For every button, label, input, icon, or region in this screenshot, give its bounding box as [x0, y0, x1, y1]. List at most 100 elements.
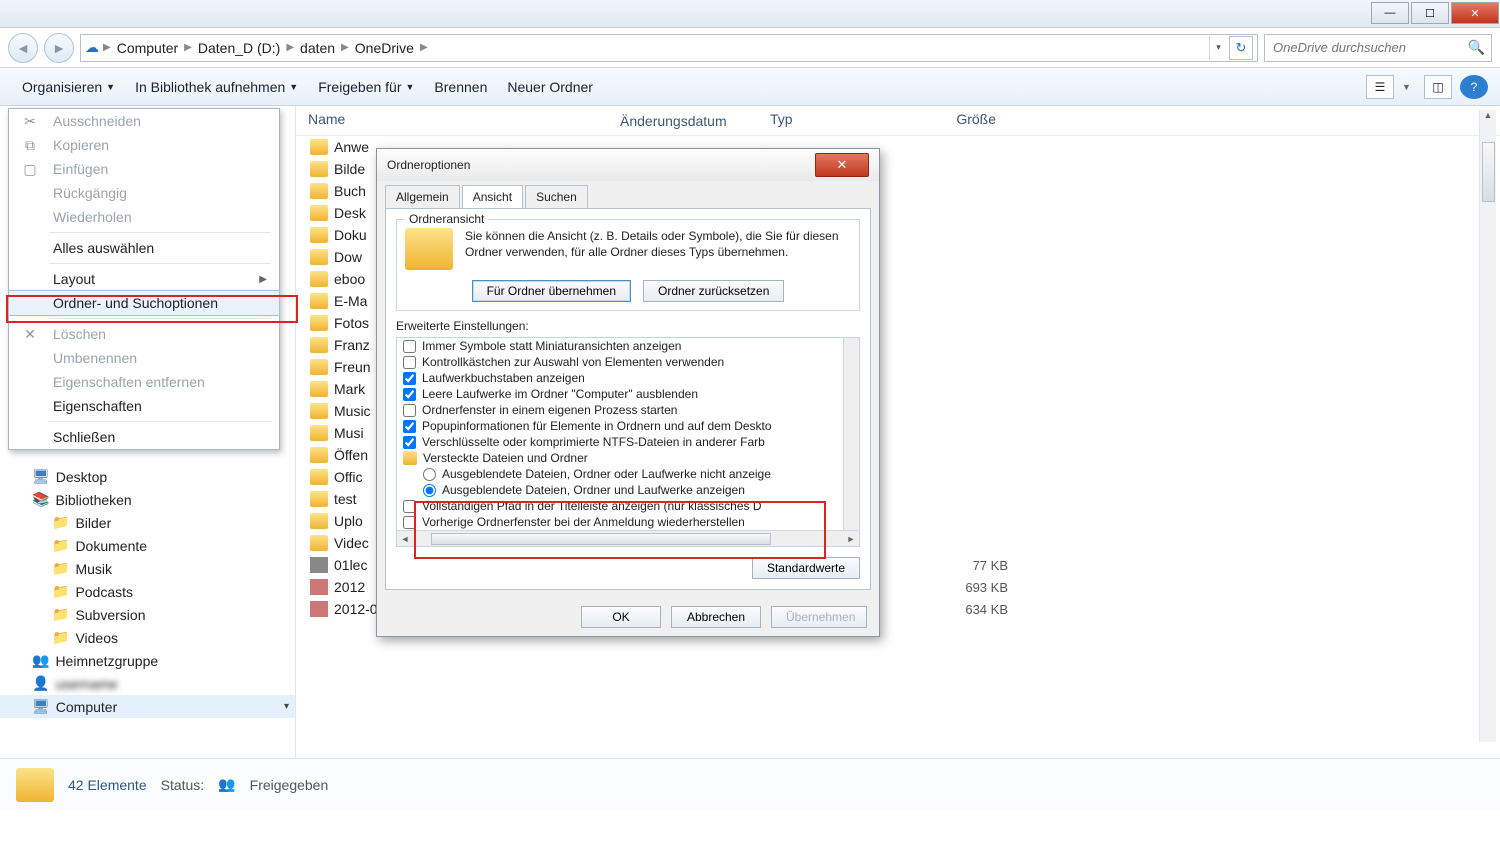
help-button[interactable]: ?	[1460, 75, 1488, 99]
tree-homegroup[interactable]: 👥Heimnetzgruppe	[0, 649, 295, 672]
cancel-button[interactable]: Abbrechen	[671, 606, 761, 628]
menu-redo[interactable]: Wiederholen	[9, 205, 279, 229]
setting-item[interactable]: Laufwerkbuchstaben anzeigen	[397, 370, 859, 386]
preview-pane-button[interactable]: ◫	[1424, 75, 1452, 99]
menu-cut[interactable]: ✂Ausschneiden	[9, 109, 279, 133]
checkbox[interactable]	[403, 436, 416, 449]
crumb-computer[interactable]: Computer	[111, 40, 184, 56]
organize-button[interactable]: Organisieren ▼	[12, 73, 125, 101]
libraries-icon: 📚	[32, 491, 49, 508]
crumb-drive[interactable]: Daten_D (D:)	[192, 40, 286, 56]
crumb-daten[interactable]: daten	[294, 40, 341, 56]
setting-item[interactable]: Immer Symbole statt Miniaturansichten an…	[397, 338, 859, 354]
close-button[interactable]: ✕	[1451, 2, 1499, 24]
forward-button[interactable]: ►	[44, 33, 74, 63]
chevron-down-icon[interactable]: ▾	[278, 701, 295, 712]
folder-icon	[310, 403, 328, 419]
col-date[interactable]: Änderungsdatum	[608, 106, 758, 135]
menu-delete[interactable]: ✕Löschen	[9, 322, 279, 346]
desktop-icon: 🖥	[32, 468, 50, 485]
maximize-button[interactable]: ☐	[1411, 2, 1449, 24]
menu-close[interactable]: Schließen	[9, 425, 279, 449]
tree-computer[interactable]: 🖥Computer▾	[0, 695, 295, 718]
setting-item[interactable]: Ordnerfenster in einem eigenen Prozess s…	[397, 402, 859, 418]
setting-radio-show[interactable]: Ausgeblendete Dateien, Ordner und Laufwe…	[397, 482, 859, 498]
tree-subversion[interactable]: 📁Subversion	[0, 603, 295, 626]
radio[interactable]	[423, 468, 436, 481]
menu-rename[interactable]: Umbenennen	[9, 346, 279, 370]
new-folder-button[interactable]: Neuer Ordner	[497, 73, 603, 101]
checkbox[interactable]	[403, 404, 416, 417]
tree-bilder[interactable]: 📁Bilder	[0, 511, 295, 534]
breadcrumb[interactable]: ☁ ▶ Computer ▶ Daten_D (D:) ▶ daten ▶ On…	[80, 34, 1258, 62]
col-type[interactable]: Typ	[758, 106, 908, 135]
checkbox[interactable]	[403, 500, 416, 513]
column-headers[interactable]: Name Änderungsdatum Typ Größe	[296, 106, 1500, 136]
back-button[interactable]: ◄	[8, 33, 38, 63]
col-name[interactable]: Name	[296, 106, 608, 135]
checkbox[interactable]	[403, 340, 416, 353]
ok-button[interactable]: OK	[581, 606, 661, 628]
menu-paste[interactable]: ▢Einfügen	[9, 157, 279, 181]
tree-musik[interactable]: 📁Musik	[0, 557, 295, 580]
view-mode-button[interactable]: ☰	[1366, 75, 1394, 99]
setting-radio-hide[interactable]: Ausgeblendete Dateien, Ordner oder Laufw…	[397, 466, 859, 482]
status-label: Status:	[161, 777, 205, 793]
setting-item[interactable]: Verschlüsselte oder komprimierte NTFS-Da…	[397, 434, 859, 450]
menu-folder-options[interactable]: Ordner- und Suchoptionen	[8, 290, 280, 316]
defaults-button[interactable]: Standardwerte	[752, 557, 860, 579]
dialog-title: Ordneroptionen	[387, 158, 470, 172]
setting-item[interactable]: Leere Laufwerke im Ordner "Computer" aus…	[397, 386, 859, 402]
folder-icon	[310, 315, 328, 331]
settings-scrollbar-v[interactable]	[843, 338, 859, 530]
reset-folders-button[interactable]: Ordner zurücksetzen	[643, 280, 784, 302]
folder-icon: 📁	[52, 514, 69, 531]
address-dropdown-icon[interactable]: ▾	[1209, 36, 1227, 60]
checkbox[interactable]	[403, 356, 416, 369]
tab-general[interactable]: Allgemein	[385, 185, 460, 208]
search-box[interactable]: 🔍	[1264, 34, 1492, 62]
apply-to-folders-button[interactable]: Für Ordner übernehmen	[472, 280, 631, 302]
dialog-tabs: Allgemein Ansicht Suchen	[377, 181, 879, 208]
dialog-close-button[interactable]: ✕	[815, 153, 869, 177]
refresh-button[interactable]: ↻	[1229, 36, 1253, 60]
menu-undo[interactable]: Rückgängig	[9, 181, 279, 205]
caret-down-icon: ▼	[106, 82, 115, 92]
include-in-library-button[interactable]: In Bibliothek aufnehmen ▼	[125, 73, 308, 101]
col-size[interactable]: Größe	[908, 106, 1008, 135]
checkbox[interactable]	[403, 516, 416, 529]
tree-videos[interactable]: 📁Videos	[0, 626, 295, 649]
advanced-settings-list[interactable]: Immer Symbole statt Miniaturansichten an…	[396, 337, 860, 547]
setting-item[interactable]: Popupinformationen für Elemente in Ordne…	[397, 418, 859, 434]
menu-remove-props[interactable]: Eigenschaften entfernen	[9, 370, 279, 394]
checkbox[interactable]	[403, 372, 416, 385]
setting-item[interactable]: Vorherige Ordnerfenster bei der Anmeldun…	[397, 514, 859, 530]
settings-scrollbar-h[interactable]: ◄►	[397, 530, 859, 546]
apply-button[interactable]: Übernehmen	[771, 606, 867, 628]
menu-properties[interactable]: Eigenschaften	[9, 394, 279, 418]
checkbox[interactable]	[403, 388, 416, 401]
tree-podcasts[interactable]: 📁Podcasts	[0, 580, 295, 603]
radio[interactable]	[423, 484, 436, 497]
tree-dokumente[interactable]: 📁Dokumente	[0, 534, 295, 557]
setting-item[interactable]: Kontrollkästchen zur Auswahl von Element…	[397, 354, 859, 370]
search-input[interactable]	[1271, 39, 1468, 56]
caret-down-icon[interactable]: ▼	[1402, 75, 1416, 99]
tab-search[interactable]: Suchen	[525, 185, 588, 208]
image-icon	[310, 601, 328, 617]
share-with-button[interactable]: Freigeben für ▼	[308, 73, 424, 101]
tree-desktop[interactable]: 🖥Desktop	[0, 465, 295, 488]
tab-view[interactable]: Ansicht	[462, 185, 523, 208]
tree-user[interactable]: 👤username	[0, 672, 295, 695]
menu-copy[interactable]: ⧉Kopieren	[9, 133, 279, 157]
cut-icon: ✂	[21, 113, 39, 130]
checkbox[interactable]	[403, 420, 416, 433]
crumb-onedrive[interactable]: OneDrive	[349, 40, 420, 56]
folder-icon	[310, 249, 328, 265]
menu-select-all[interactable]: Alles auswählen	[9, 236, 279, 260]
tree-libraries[interactable]: 📚Bibliotheken	[0, 488, 295, 511]
minimize-button[interactable]: ―	[1371, 2, 1409, 24]
setting-item[interactable]: Vollständigen Pfad in der Titelleiste an…	[397, 498, 859, 514]
burn-button[interactable]: Brennen	[424, 73, 497, 101]
menu-layout[interactable]: Layout▶	[9, 267, 279, 291]
